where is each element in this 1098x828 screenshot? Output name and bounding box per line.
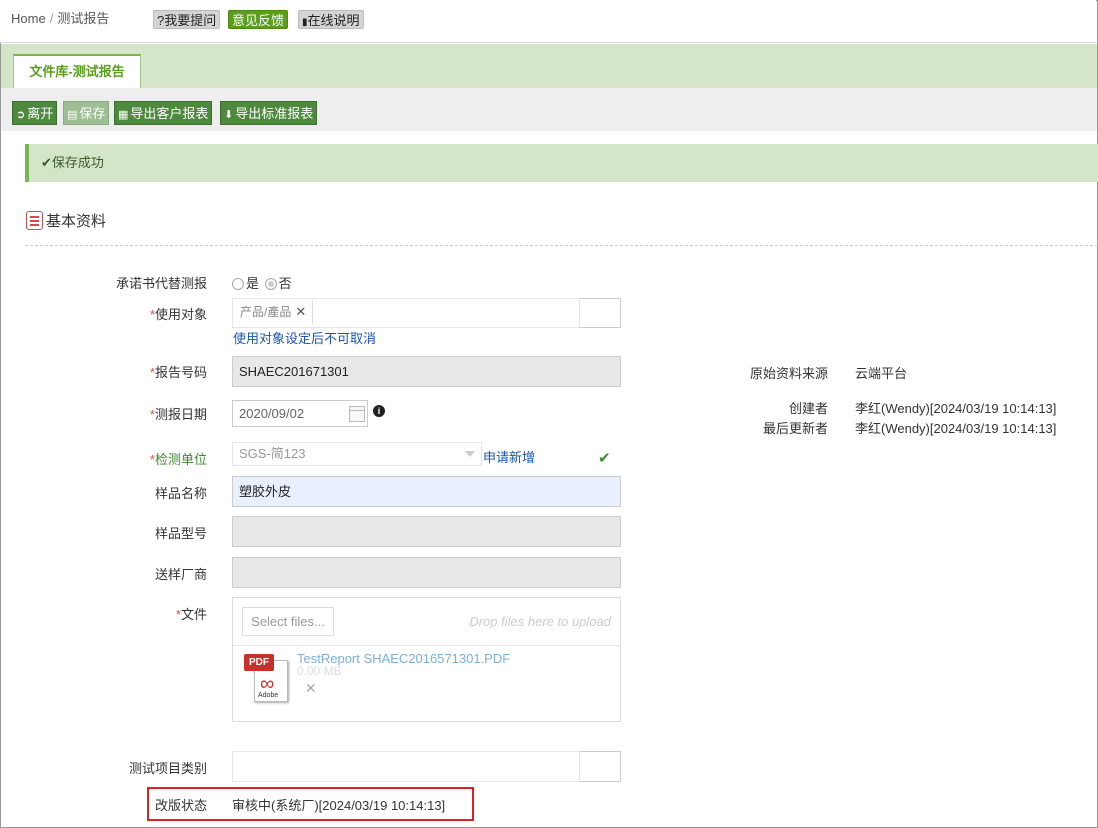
commitment-no-label: 否 — [278, 276, 292, 291]
target-tag-label: 产品/產品 — [240, 305, 292, 319]
export-standard-report-button[interactable]: ⬇ 导出标准报表 — [220, 101, 318, 125]
chevron-down-icon — [465, 451, 475, 457]
commitment-yes-label: 是 — [246, 276, 260, 291]
breadcrumb: Home / 测试报告 — [11, 8, 109, 27]
target-tag: 产品/產品 ✕ — [234, 301, 314, 325]
info-icon[interactable]: i — [373, 405, 385, 417]
drop-hint: Drop files here to upload — [469, 614, 611, 629]
file-label: *文件 — [37, 604, 207, 623]
feedback-button[interactable]: 意见反馈 — [228, 10, 289, 29]
lab-select[interactable]: SGS-简123 — [232, 442, 482, 466]
breadcrumb-current: 测试报告 — [57, 11, 110, 26]
commitment-label: 承诺书代替测报 — [115, 276, 207, 291]
lab-label-text: 检测单位 — [154, 452, 207, 467]
file-upload-area[interactable]: Select files... Drop files here to uploa… — [232, 597, 621, 722]
commitment-radio-group: 是 否 — [232, 273, 292, 292]
leave-label: 离开 — [27, 106, 54, 121]
sample-model-field[interactable] — [232, 516, 621, 547]
floppy-icon: ▤ — [67, 109, 78, 121]
ask-question-button[interactable]: ?我要提问 — [153, 10, 221, 29]
section-header: 基本资料 — [26, 210, 106, 231]
report-date-field[interactable]: 2020/09/02 — [232, 400, 368, 427]
exit-icon: ➲ — [16, 109, 26, 121]
export-standard-label: 导出标准报表 — [235, 106, 314, 121]
success-alert: ✔保存成功 — [25, 144, 1098, 182]
section-title: 基本资料 — [46, 213, 107, 230]
highlight-box — [147, 787, 474, 821]
target-note: 使用对象设定后不可取消 — [233, 331, 377, 346]
apply-new-lab-link[interactable]: 申请新增 — [483, 447, 535, 466]
file-label-text: 文件 — [180, 607, 207, 622]
report-no-label: *报告号码 — [37, 362, 207, 381]
top-bar: Home / 测试报告 ?我要提问 意见反馈 ▮在线说明 — [0, 0, 1096, 43]
export-customer-label: 导出客户报表 — [130, 106, 209, 121]
test-category-label: 测试项目类别 — [128, 761, 207, 776]
breadcrumb-separator: / — [49, 11, 54, 26]
updater-label: 最后更新者 — [762, 421, 828, 436]
creator-value: 李红(Wendy)[2024/03/19 10:14:13] — [855, 401, 1057, 416]
remove-tag-icon[interactable]: ✕ — [295, 304, 306, 319]
sample-name-field[interactable]: 塑胶外皮 — [232, 476, 621, 507]
online-manual-button[interactable]: ▮在线说明 — [298, 10, 364, 29]
vendor-field[interactable] — [232, 557, 621, 588]
commitment-radio-no[interactable] — [264, 278, 277, 290]
commitment-radio-yes[interactable] — [232, 278, 244, 290]
tab-file-library-test-report[interactable]: 文件库-测试报告 — [13, 54, 141, 88]
pdf-badge: PDF — [244, 654, 274, 671]
report-no-field[interactable]: SHAEC201671301 — [232, 356, 621, 387]
updater-value: 李红(Wendy)[2024/03/19 10:14:13] — [855, 421, 1057, 436]
source-value: 云端平台 — [855, 366, 908, 381]
alert-message: 保存成功 — [51, 155, 104, 170]
checkmark-icon: ✔ — [41, 155, 52, 170]
section-divider — [25, 245, 1098, 246]
report-no-label-text: 报告号码 — [154, 365, 207, 380]
breadcrumb-home[interactable]: Home — [11, 11, 46, 26]
tab-strip: 文件库-测试报告 — [1, 44, 1097, 88]
export-customer-report-button[interactable]: ▦ 导出客户报表 — [114, 101, 213, 125]
adobe-label: Adobe — [258, 692, 279, 699]
upload-divider — [233, 645, 620, 646]
online-manual-label: 在线说明 — [307, 13, 360, 28]
save-button[interactable]: ▤ 保存 — [63, 101, 110, 125]
target-label: *使用对象 — [37, 304, 207, 323]
lab-label: *检测单位 — [37, 449, 207, 468]
remove-file-icon[interactable]: ✕ — [305, 680, 317, 697]
excel-icon: ▦ — [118, 109, 129, 121]
select-files-button[interactable]: Select files... — [242, 607, 334, 636]
vendor-label: 送样厂商 — [154, 567, 207, 582]
pdf-file-icon: PDF ∞ Adobe — [244, 654, 290, 704]
creator-label: 创建者 — [788, 401, 828, 416]
test-category-inner — [232, 751, 580, 782]
acrobat-symbol: ∞ — [260, 673, 275, 695]
sample-model-label: 样品型号 — [154, 526, 207, 541]
valid-check-icon: ✔ — [598, 450, 611, 467]
source-label: 原始资料来源 — [749, 366, 828, 381]
report-date-label: *测报日期 — [37, 404, 207, 423]
uploaded-file-size: 0.00 MB — [297, 664, 342, 678]
action-toolbar: ➲ 离开 ▤ 保存 ▦ 导出客户报表 ⬇ 导出标准报表 — [1, 88, 1097, 131]
target-label-text: 使用对象 — [154, 307, 207, 322]
list-icon — [26, 211, 43, 230]
save-label: 保存 — [79, 106, 106, 121]
download-icon: ⬇ — [224, 109, 234, 121]
leave-button[interactable]: ➲ 离开 — [12, 101, 58, 125]
sample-name-label: 样品名称 — [154, 486, 207, 501]
report-date-label-text: 测报日期 — [154, 407, 207, 422]
calendar-icon[interactable] — [349, 406, 365, 422]
